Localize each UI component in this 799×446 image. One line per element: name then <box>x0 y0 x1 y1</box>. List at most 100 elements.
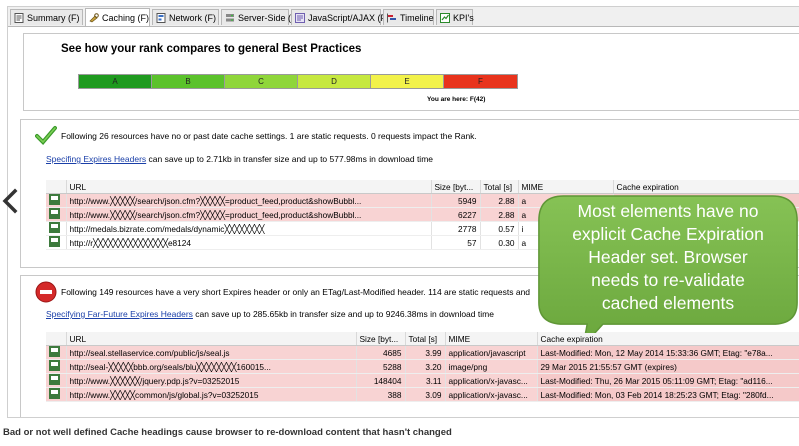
tab-summary[interactable]: Summary (F) <box>10 9 83 25</box>
section-summary: Following 26 resources have no or past d… <box>61 131 477 141</box>
rank-grade-d: D <box>298 75 371 88</box>
file-type-column-header[interactable] <box>46 332 67 346</box>
file-type-icon <box>49 208 60 219</box>
tab-label: Summary (F) <box>27 12 80 23</box>
mime-column-header[interactable]: MIME <box>518 180 614 194</box>
rank-grade-c: C <box>225 75 298 88</box>
table-row[interactable]: http://seal-╳╳╳╳╳bbb.org/seals/blu╳╳╳╳╳╳… <box>46 359 799 374</box>
total-cell: 2.88 <box>480 193 519 208</box>
url-cell: http://www.╳╳╳╳╳common/js/global.js?v=03… <box>66 387 357 402</box>
file-type-cell <box>46 193 67 208</box>
far-future-expires-link[interactable]: Specifying Far-Future Expires Headers <box>46 309 193 319</box>
rank-grade-a: A <box>79 75 152 88</box>
callout-line: Most elements have no <box>577 201 759 221</box>
url-cell: http://www.╳╳╳╳╳/search/json.cfm?╳╳╳╳╳=p… <box>66 207 432 222</box>
summary-icon <box>14 12 24 23</box>
tab-label: Caching (F) <box>102 12 150 23</box>
mime-column-header[interactable]: MIME <box>445 332 538 346</box>
section-summary: Following 149 resources have a very shor… <box>61 287 531 297</box>
size-cell: 4685 <box>356 345 406 360</box>
file-type-cell <box>46 345 67 360</box>
no-entry-icon <box>35 281 57 305</box>
callout-line: needs to re-validate <box>591 270 745 290</box>
table-header-row: URL Size [byt... Total [s] MIME Cache ex… <box>46 180 799 194</box>
table-row[interactable]: http://seal.stellaservice.com/public/js/… <box>46 345 799 360</box>
file-type-icon <box>49 360 60 371</box>
tab-server-side[interactable]: Server-Side (F) <box>221 9 300 25</box>
image-caption: Bad or not well defined Cache headings c… <box>3 427 452 438</box>
tab-javascript-ajax[interactable]: JavaScript/AJAX (F) <box>291 9 389 25</box>
savings-text: can save up to 285.65kb in transfer size… <box>195 309 494 319</box>
mime-cell: application/x-javasc... <box>445 387 538 402</box>
tab-label: KPI's <box>453 12 474 23</box>
file-type-icon <box>49 222 60 233</box>
file-type-icon <box>49 346 60 357</box>
timeline-icon <box>387 13 397 23</box>
rank-panel: See how your rank compares to general Be… <box>23 33 799 111</box>
cache-expiration-cell: Last-Modified: Mon, 12 May 2014 15:33:36… <box>537 345 799 360</box>
network-icon <box>156 12 166 23</box>
tab-network[interactable]: Network (F) <box>152 9 219 25</box>
file-type-cell <box>46 373 67 388</box>
size-column-header[interactable]: Size [byt... <box>356 332 406 346</box>
size-column-header[interactable]: Size [byt... <box>431 180 481 194</box>
tab-timeline[interactable]: Timeline <box>383 9 434 25</box>
total-cell: 3.11 <box>405 373 446 388</box>
savings-text: can save up to 2.71kb in transfer size a… <box>148 154 433 164</box>
cache-expiration-cell: Last-Modified: Thu, 26 Mar 2015 05:11:09… <box>537 373 799 388</box>
file-type-column-header[interactable] <box>46 180 67 194</box>
url-cell: http://r╳╳╳╳╳╳╳╳╳╳╳╳╳╳╳e8124 <box>66 235 432 250</box>
table-header-row: URL Size [byt... Total [s] MIME Cache ex… <box>46 332 799 346</box>
check-icon <box>35 125 57 147</box>
callout-line: cached elements <box>601 293 735 313</box>
savings-line: Specifying Far-Future Expires Headers ca… <box>46 309 494 319</box>
cache-expiration-column-header[interactable]: Cache expiration <box>613 180 799 194</box>
total-header-label: Total [s] <box>483 181 513 192</box>
callout-text: Most elements have no explicit Cache Exp… <box>536 200 799 315</box>
size-cell: 5288 <box>356 359 406 374</box>
you-are-here-label: You are here: F(42) <box>427 96 486 103</box>
table-row[interactable]: http://www.╳╳╳╳╳╳/jquery.pdp.js?v=032520… <box>46 373 799 388</box>
total-column-header[interactable]: Total [s] <box>480 180 519 194</box>
file-type-cell <box>46 235 67 250</box>
callout-line: Header set. Browser <box>588 247 748 267</box>
size-cell: 148404 <box>356 373 406 388</box>
url-column-header[interactable]: URL <box>66 332 357 346</box>
rank-grade-b: B <box>152 75 225 88</box>
callout-line: explicit Cache Expiration <box>572 224 764 244</box>
url-cell: http://www.╳╳╳╳╳/search/json.cfm?╳╳╳╳╳=p… <box>66 193 432 208</box>
total-cell: 2.88 <box>480 207 519 222</box>
expires-headers-link[interactable]: Specifing Expires Headers <box>46 154 146 164</box>
rank-scale: ABCDEF <box>78 74 518 89</box>
url-cell: http://seal.stellaservice.com/public/js/… <box>66 345 357 360</box>
tab-bar: Summary (F) Caching (F) Network (F) Serv… <box>8 7 799 27</box>
file-type-icon <box>49 236 60 247</box>
server-side-icon <box>225 13 235 23</box>
rank-grade-e: E <box>371 75 444 88</box>
size-cell: 6227 <box>431 207 481 222</box>
total-cell: 0.57 <box>480 221 519 236</box>
url-cell: http://medals.bizrate.com/medals/dynamic… <box>66 221 432 236</box>
file-type-icon <box>49 388 60 399</box>
url-column-header[interactable]: URL <box>66 180 432 194</box>
previous-arrow-icon[interactable] <box>0 188 20 214</box>
total-cell: 0.30 <box>480 235 519 250</box>
cache-expiration-cell: Last-Modified: Mon, 03 Feb 2014 18:25:23… <box>537 387 799 402</box>
tab-kpis[interactable]: KPI's <box>436 9 474 25</box>
tab-caching[interactable]: Caching (F) <box>85 8 150 26</box>
cache-expiration-cell: 29 Mar 2015 21:55:57 GMT (expires) <box>537 359 799 374</box>
total-cell: 3.99 <box>405 345 446 360</box>
caching-icon <box>89 12 99 23</box>
total-cell: 3.20 <box>405 359 446 374</box>
kpi-icon <box>440 12 450 23</box>
url-cell: http://seal-╳╳╳╳╳bbb.org/seals/blu╳╳╳╳╳╳… <box>66 359 357 374</box>
file-type-cell <box>46 221 67 236</box>
table-row[interactable]: http://www.╳╳╳╳╳common/js/global.js?v=03… <box>46 387 799 402</box>
total-cell: 3.09 <box>405 387 446 402</box>
file-type-icon <box>49 194 60 205</box>
size-cell: 5949 <box>431 193 481 208</box>
cache-expiration-column-header[interactable]: Cache expiration <box>537 332 799 346</box>
total-column-header[interactable]: Total [s] <box>405 332 446 346</box>
dynatrace-report-window: Summary (F) Caching (F) Network (F) Serv… <box>7 6 799 418</box>
tab-label: JavaScript/AJAX (F) <box>308 12 390 23</box>
